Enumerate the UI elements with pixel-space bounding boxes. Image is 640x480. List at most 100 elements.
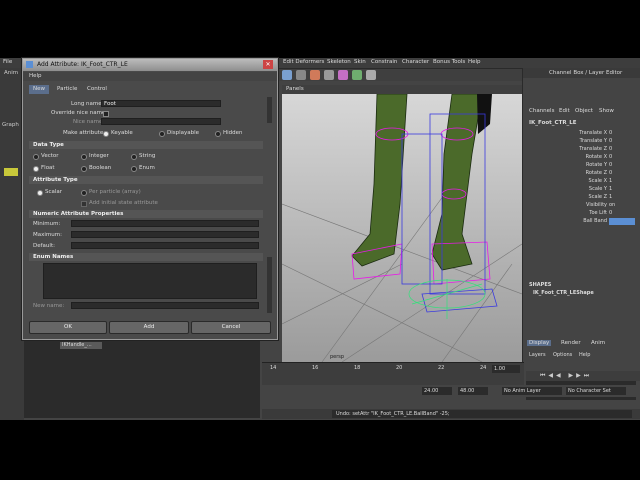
override-checkbox[interactable] [103,111,109,117]
menu-skeleton[interactable]: Skeleton [327,59,351,65]
shelf-icon-2[interactable] [296,70,306,80]
data-type-section[interactable]: Data Type [29,141,263,149]
anim-menu-set[interactable]: Anim [4,70,18,76]
channel-row[interactable]: Ball Band [523,218,639,226]
shelf-icon-1[interactable] [282,70,292,80]
anim-layer-dropdown[interactable]: No Anim Layer [502,387,562,395]
shelf-icon-5[interactable] [338,70,348,80]
command-result-field[interactable]: Undo: setAttr "IK_Foot_CTR_LE.BallBand" … [332,410,632,418]
channel-value[interactable]: on [609,202,615,208]
perspective-viewport[interactable]: persp [282,94,522,362]
new-name-input[interactable] [71,302,259,309]
tab-control[interactable]: Control [83,85,111,94]
channel-row[interactable]: Rotate X0 [523,154,639,162]
per-particle-radio[interactable] [81,190,87,196]
channel-value[interactable]: 0 [609,130,612,136]
enum-names-section[interactable]: Enum Names [29,253,263,261]
tick-22: 22 [438,365,445,371]
menu-object[interactable]: Object [575,108,593,114]
scrollbar[interactable] [267,97,272,123]
outliner-item[interactable]: IKHandle_... [60,342,102,349]
minimum-input[interactable] [71,220,259,227]
channel-value[interactable]: 0 [609,162,612,168]
menu-bonus-tools[interactable]: Bonus Tools [433,59,465,65]
time-slider[interactable]: 14 16 18 20 22 24 1.00 [262,362,524,385]
tab-particle[interactable]: Particle [53,85,81,94]
menu-layers[interactable]: Layers [529,352,546,358]
range-end-field[interactable]: 48.00 [458,387,488,395]
menu-constrain[interactable]: Constrain [371,59,397,65]
channel-value[interactable]: 0 [609,146,612,152]
channel-value[interactable]: 1 [609,186,612,192]
scalar-radio[interactable] [37,190,43,196]
tool-icon[interactable] [4,168,18,176]
float-radio[interactable] [33,166,39,172]
channel-row[interactable]: Scale X1 [523,178,639,186]
menu-options[interactable]: Options [553,352,572,358]
enum-label: Enum [139,165,155,171]
channel-row[interactable]: Toe Lift 0 [523,210,639,218]
channel-row[interactable]: Scale Y1 [523,186,639,194]
maximum-input[interactable] [71,231,259,238]
enum-scrollbar[interactable] [267,257,272,313]
menu-layer-help[interactable]: Help [579,352,590,358]
menu-edit[interactable]: Edit [559,108,570,114]
dialog-titlebar[interactable]: Add Attribute: IK_Foot_CTR_LE ✕ [23,59,277,71]
playback-controls[interactable]: ⏮◀◀ ▶▶⏭ [526,371,640,381]
shelf-icon-4[interactable] [324,70,334,80]
tab-new[interactable]: New [29,85,49,94]
menu-help[interactable]: Help [468,59,481,65]
graph-label[interactable]: Graph [2,122,19,128]
boolean-radio[interactable] [81,166,87,172]
tab-anim[interactable]: Anim [591,340,605,346]
default-input[interactable] [71,242,259,249]
menu-edit-deformers[interactable]: Edit Deformers [283,59,324,65]
channel-row[interactable]: Rotate Y0 [523,162,639,170]
menu-character[interactable]: Character [402,59,429,65]
close-icon[interactable]: ✕ [263,60,273,69]
string-radio[interactable] [131,154,137,160]
channel-row[interactable]: Rotate Z0 [523,170,639,178]
channel-row[interactable]: Visibility on [523,202,639,210]
ok-button[interactable]: OK [29,321,107,334]
nice-name-input[interactable] [101,118,221,125]
long-name-input[interactable]: Foot [101,100,221,107]
keyable-radio[interactable] [103,131,109,137]
channel-row[interactable]: Translate X0 [523,130,639,138]
menu-show[interactable]: Show [599,108,614,114]
shelf-icon-7[interactable] [366,70,376,80]
channel-value[interactable]: 0 [609,170,612,176]
channel-row[interactable]: Translate Z0 [523,146,639,154]
viewport-panels-menu[interactable]: Panels [286,86,304,92]
tab-display[interactable]: Display [527,340,552,346]
displayable-radio[interactable] [159,131,165,137]
channel-value[interactable]: 0 [609,154,612,160]
channel-value[interactable]: 0 [609,138,612,144]
add-button[interactable]: Add [109,321,189,334]
channel-row[interactable]: Translate Y0 [523,138,639,146]
initial-state-checkbox[interactable] [81,201,87,207]
character-set-dropdown[interactable]: No Character Set [566,387,626,395]
current-frame-field[interactable]: 1.00 [492,365,520,373]
channel-value[interactable] [609,218,635,225]
channel-value[interactable]: 1 [609,178,612,184]
attribute-type-section[interactable]: Attribute Type [29,176,263,184]
hidden-radio[interactable] [215,131,221,137]
vector-radio[interactable] [33,154,39,160]
range-start-field[interactable]: 24.00 [422,387,452,395]
cancel-button[interactable]: Cancel [191,321,271,334]
numeric-properties-section[interactable]: Numeric Attribute Properties [29,210,263,218]
integer-radio[interactable] [81,154,87,160]
menu-channels[interactable]: Channels [529,108,554,114]
dialog-help-menu[interactable]: Help [29,73,42,79]
channel-value[interactable]: 1 [609,194,612,200]
enum-names-list[interactable] [43,263,257,299]
shelf-icon-6[interactable] [352,70,362,80]
menu-file[interactable]: File [3,59,12,65]
enum-radio[interactable] [131,166,137,172]
shelf-icon-3[interactable] [310,70,320,80]
tab-render[interactable]: Render [561,340,581,346]
channel-value[interactable]: 0 [609,210,612,216]
channel-row[interactable]: Scale Z1 [523,194,639,202]
menu-skin[interactable]: Skin [354,59,366,65]
